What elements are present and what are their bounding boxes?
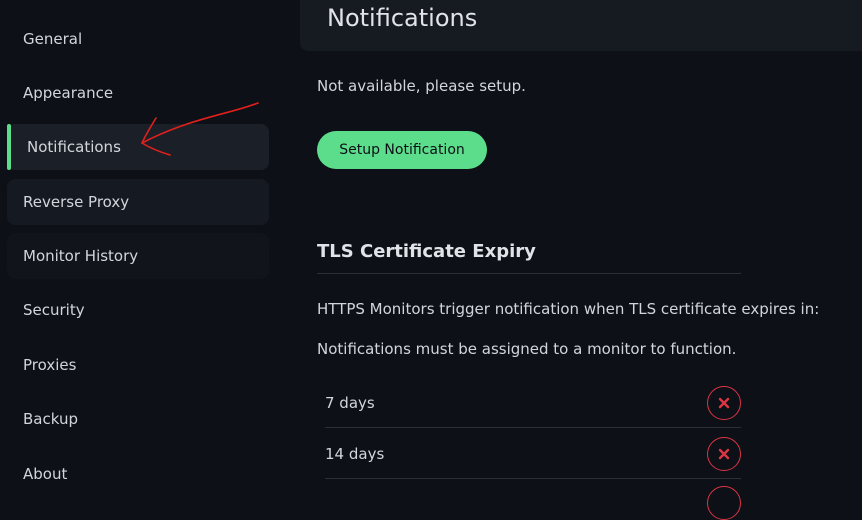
remove-day-button[interactable] <box>707 385 741 420</box>
sidebar-item-appearance[interactable]: Appearance <box>7 70 269 116</box>
sidebar-item-label: Notifications <box>27 138 121 156</box>
sidebar-item-label: Security <box>23 301 85 319</box>
sidebar-item-label: Proxies <box>23 356 77 374</box>
remove-day-button-partial[interactable] <box>707 486 741 520</box>
sidebar-item-label: Monitor History <box>23 247 139 265</box>
sidebar-item-label: Appearance <box>23 84 114 102</box>
expiry-day-row: 7 days <box>325 378 741 428</box>
sidebar-item-security[interactable]: Security <box>7 287 269 333</box>
settings-sidebar: General Appearance Notifications Reverse… <box>0 0 300 490</box>
notifications-status-text: Not available, please setup. <box>317 77 526 95</box>
sidebar-item-notifications[interactable]: Notifications <box>7 124 269 170</box>
sidebar-item-about[interactable]: About <box>7 451 269 497</box>
sidebar-item-label: About <box>23 465 68 483</box>
sidebar-item-reverse-proxy[interactable]: Reverse Proxy <box>7 179 269 225</box>
expiry-day-label: 7 days <box>325 393 375 412</box>
sidebar-item-proxies[interactable]: Proxies <box>7 342 269 388</box>
sidebar-item-backup[interactable]: Backup <box>7 396 269 442</box>
tls-note: Notifications must be assigned to a moni… <box>317 340 737 358</box>
tls-section-title: TLS Certificate Expiry <box>317 241 741 274</box>
sidebar-item-label: Backup <box>23 410 78 428</box>
expiry-day-row: 14 days <box>325 429 741 479</box>
close-x-icon <box>718 448 730 459</box>
tls-description: HTTPS Monitors trigger notification when… <box>317 300 820 318</box>
sidebar-item-monitor-history[interactable]: Monitor History <box>7 233 269 279</box>
sidebar-item-label: Reverse Proxy <box>23 193 130 211</box>
expiry-day-label: 14 days <box>325 444 385 463</box>
sidebar-item-label: General <box>23 30 83 48</box>
close-x-icon <box>718 397 730 408</box>
remove-day-button[interactable] <box>707 436 741 471</box>
sidebar-item-general[interactable]: General <box>7 16 269 62</box>
setup-notification-button[interactable]: Setup Notification <box>317 131 487 169</box>
page-title: Notifications <box>327 4 478 32</box>
page-header: Notifications <box>300 0 862 51</box>
